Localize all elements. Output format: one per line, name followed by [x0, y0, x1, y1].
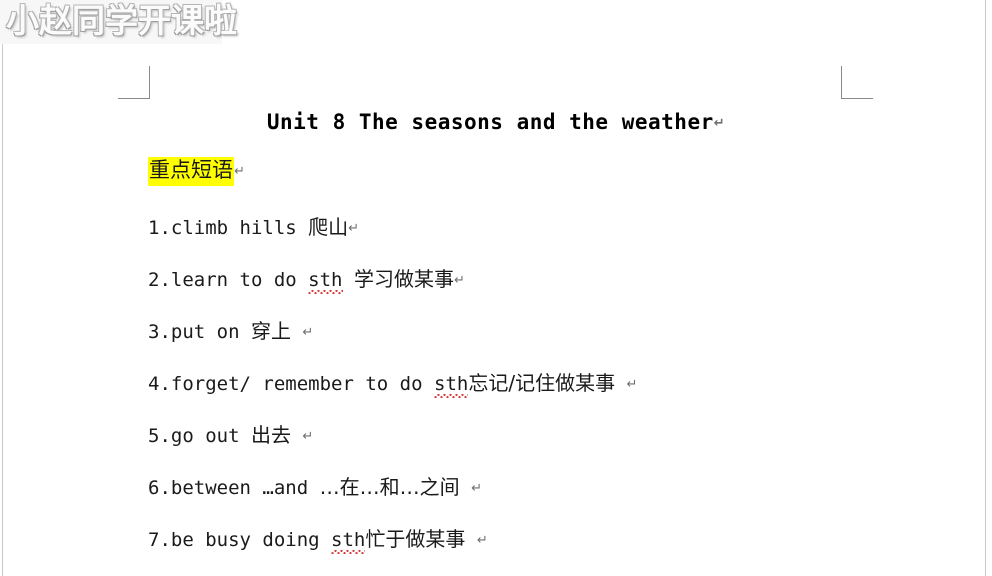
- phrase-english: go out: [170, 425, 251, 447]
- phrase-line-3: 3.put on 穿上 ↵: [148, 321, 313, 342]
- phrase-chinese: 爬山: [308, 215, 349, 239]
- phrase-number: 4.: [148, 373, 171, 395]
- phrase-number: 6.: [148, 477, 171, 499]
- section-heading-text: 重点短语: [149, 158, 233, 182]
- margin-mark-vertical-line: [149, 66, 150, 99]
- misspelled-word-text: sth: [331, 529, 366, 551]
- paragraph-mark-icon: ↵: [348, 221, 360, 236]
- phrase-line-2: 2.learn to do sth 学习做某事↵: [148, 267, 465, 294]
- spellcheck-underline-icon: [331, 550, 366, 554]
- phrase-chinese: 忙于做某事: [365, 527, 466, 551]
- spellcheck-underline-icon: [308, 290, 343, 294]
- paragraph-mark-icon: ↵: [302, 325, 314, 340]
- section-heading-highlight: 重点短语: [148, 157, 234, 186]
- phrase-english-tail: …and: [262, 477, 320, 499]
- phrase-trailing-space: [465, 529, 476, 551]
- paragraph-mark-icon: ↵: [234, 164, 245, 179]
- phrase-english: forget/ remember to do: [170, 373, 434, 395]
- phrase-english: between: [170, 477, 263, 499]
- margin-mark-top-right: [841, 66, 873, 99]
- document-viewer: Unit 8 The seasons and the weather↵ 重点短语…: [0, 0, 992, 576]
- phrase-chinese: 穿上: [250, 319, 291, 343]
- phrase-chinese: 学习做某事: [353, 267, 454, 291]
- phrase-line-6: 6.between …and …在…和…之间 ↵: [148, 477, 482, 498]
- phrase-trailing-space: [291, 425, 302, 447]
- phrase-trailing-space: [615, 373, 626, 395]
- phrase-trailing-space: [460, 477, 471, 499]
- misspelled-word-text: sth: [308, 269, 343, 291]
- phrase-number: 2.: [148, 269, 171, 291]
- paragraph-mark-icon: ↵: [626, 377, 638, 392]
- phrase-line-5: 5.go out 出去 ↵: [148, 425, 313, 446]
- phrase-number: 5.: [148, 425, 171, 447]
- paragraph-mark-icon: ↵: [476, 533, 488, 548]
- paragraph-mark-icon: ↵: [453, 273, 465, 288]
- margin-mark-top-left: [118, 66, 150, 99]
- phrase-english: be busy doing: [170, 529, 332, 551]
- phrase-chinese: 忘记/记住做某事: [468, 371, 616, 395]
- misspelled-word: sth: [434, 373, 469, 398]
- document-title: Unit 8 The seasons and the weather↵: [0, 110, 992, 134]
- phrase-english: put on: [170, 321, 251, 343]
- section-heading: 重点短语↵: [148, 157, 245, 186]
- paragraph-mark-icon: ↵: [713, 116, 726, 131]
- spellcheck-underline-icon: [434, 394, 469, 398]
- phrase-chinese: …在…和…之间: [319, 475, 460, 499]
- misspelled-word-text: sth: [434, 373, 469, 395]
- phrase-trailing-space: [291, 321, 302, 343]
- margin-mark-horizontal-line: [118, 98, 150, 99]
- watermark-text: 小赵同学开课啦: [6, 1, 237, 40]
- phrase-english: learn to do: [170, 269, 309, 291]
- phrase-line-4: 4.forget/ remember to do sth 忘记/记住做某事 ↵: [148, 371, 638, 398]
- phrase-chinese: 出去: [250, 423, 291, 447]
- phrase-line-7: 7.be busy doing sth 忙于做某事 ↵: [148, 527, 488, 554]
- watermark-band: 小赵同学开课啦: [0, 0, 237, 44]
- phrase-line-1: 1.climb hills 爬山↵: [148, 217, 359, 238]
- document-title-text: Unit 8 The seasons and the weather: [266, 110, 714, 134]
- phrase-number: 3.: [148, 321, 171, 343]
- paragraph-mark-icon: ↵: [471, 481, 482, 496]
- phrase-english: climb hills: [170, 217, 309, 239]
- document-page: Unit 8 The seasons and the weather↵ 重点短语…: [0, 0, 992, 576]
- paragraph-mark-icon: ↵: [302, 429, 314, 444]
- phrase-number: 1.: [148, 217, 171, 239]
- margin-mark-vertical-line: [841, 66, 842, 99]
- phrase-number: 7.: [148, 529, 171, 551]
- phrase-english-tail: [343, 269, 354, 291]
- misspelled-word: sth: [308, 269, 343, 294]
- margin-mark-horizontal-line: [841, 98, 873, 99]
- misspelled-word: sth: [331, 529, 366, 554]
